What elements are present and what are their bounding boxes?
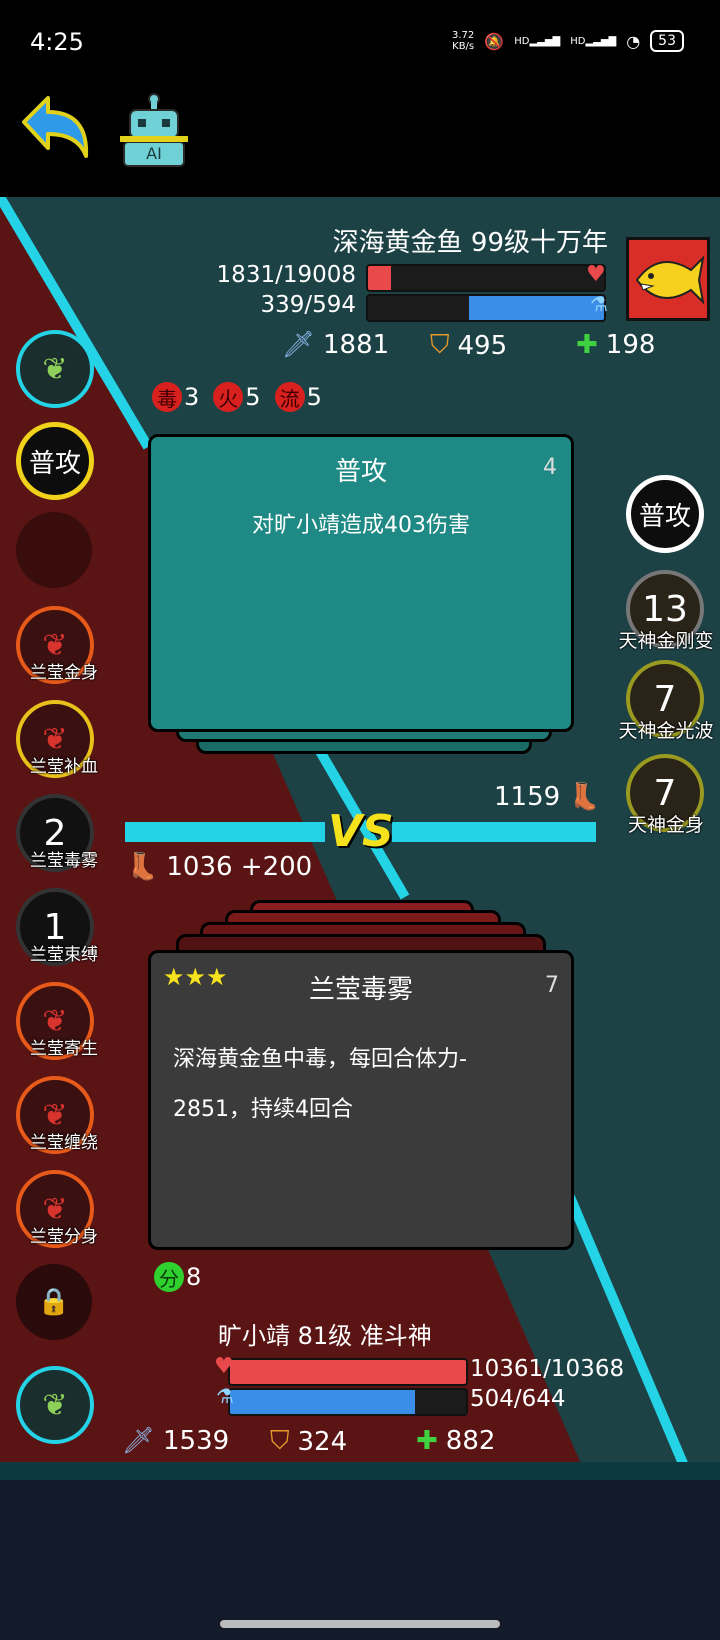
- enemy-skill-basic[interactable]: 普攻: [626, 475, 704, 553]
- player-skill-poison-mist[interactable]: 2 兰莹毒雾: [16, 794, 98, 872]
- shield-icon: ⛉: [430, 330, 450, 360]
- golden-fish-icon: [635, 255, 705, 305]
- clock: 4:25: [30, 28, 84, 56]
- enemy-card-text: 对旷小靖造成403伤害: [252, 513, 470, 538]
- battery-icon: 53: [650, 30, 684, 52]
- heal-cross-icon: ✚: [576, 330, 598, 360]
- sword-icon: 🗡: [282, 330, 316, 360]
- sword-icon: 🗡: [122, 1426, 156, 1456]
- player-mp-bar: [228, 1388, 468, 1416]
- enemy-speed: 1159 👢: [494, 782, 601, 812]
- system-icons: 3.72 KB/s 🔕 HD▂▃▅▇ HD▂▃▅▇ ◔ 53: [452, 30, 684, 52]
- enemy-defense: ⛉ 495: [430, 330, 508, 361]
- back-arrow-icon[interactable]: [18, 90, 98, 170]
- robot-icon[interactable]: AI: [120, 92, 188, 170]
- player-skill-parasite[interactable]: ❦ 兰莹寄生: [16, 982, 98, 1060]
- status-bar: 4:25 3.72 KB/s 🔕 HD▂▃▅▇ HD▂▃▅▇ ◔ 53: [0, 0, 720, 90]
- potion-icon: ⚗: [216, 1384, 234, 1408]
- player-skill-locked[interactable]: 🔒: [16, 1264, 92, 1340]
- enemy-name: 深海黄金鱼 99级十万年: [332, 228, 608, 258]
- bleed-effect: 流5: [274, 382, 322, 412]
- enemy-hp-fill: [368, 266, 391, 290]
- player-score: 分8: [154, 1262, 201, 1292]
- player-skill-bind[interactable]: 1 兰莹束缚: [16, 888, 98, 966]
- lock-icon: 🔒: [37, 1287, 71, 1317]
- enemy-portrait[interactable]: [626, 237, 710, 321]
- bottom-area: [0, 1480, 720, 1640]
- wifi-icon: ◔: [626, 31, 641, 51]
- player-skill-heal[interactable]: ❦ 兰莹补血: [16, 700, 98, 778]
- player-skill-empty[interactable]: [16, 512, 92, 588]
- player-card-count: 7: [545, 973, 559, 998]
- heal-cross-icon: ✚: [416, 1426, 438, 1456]
- player-skill-entangle[interactable]: ❦ 兰莹缠绕: [16, 1076, 98, 1154]
- leaf-icon: ❦: [42, 1387, 68, 1423]
- player-mp-fill: [230, 1390, 415, 1414]
- enemy-speed-bar: [392, 822, 596, 842]
- mute-icon: 🔕: [484, 31, 505, 51]
- leaf-icon: ❦: [42, 351, 68, 387]
- player-card-title: 兰莹毒雾: [308, 975, 413, 1005]
- player-name: 旷小靖 81级 准斗神: [218, 1322, 432, 1350]
- player-avatar-spirit[interactable]: ❦: [16, 330, 94, 408]
- player-action-card[interactable]: ★★★ 兰莹毒雾 7 深海黄金鱼中毒，每回合体力- 2851，持续4回合: [148, 950, 574, 1250]
- arena-bottom-border: [0, 1462, 720, 1482]
- poison-effect: 毒3: [152, 382, 199, 412]
- player-avatar-spirit[interactable]: ❦: [16, 1366, 94, 1444]
- player-speed: 👢 1036 +200: [126, 852, 313, 882]
- shield-icon: ⛉: [270, 1426, 290, 1456]
- signal-icon: HD▂▃▅▇: [570, 35, 617, 47]
- player-hp-fill: [230, 1360, 466, 1384]
- home-indicator[interactable]: [220, 1620, 500, 1628]
- fire-effect: 火5: [213, 382, 261, 412]
- player-mp-text: 504/644: [470, 1386, 566, 1412]
- enemy-skill-goldwave[interactable]: 7 天神金光波: [618, 660, 714, 742]
- heart-icon: ♥: [586, 262, 606, 287]
- enemy-skill-goldbody[interactable]: 7 天神金身: [626, 754, 704, 836]
- enemy-action-card[interactable]: 普攻 4 对旷小靖造成403伤害: [148, 434, 574, 732]
- enemy-attack: 🗡 1881: [282, 330, 390, 360]
- signal-icon: HD▂▃▅▇: [514, 35, 561, 47]
- boot-icon: 👢: [568, 782, 601, 812]
- net-speed: 3.72 KB/s: [452, 30, 475, 52]
- player-card-text: 深海黄金鱼中毒，每回合体力- 2851，持续4回合: [173, 1047, 467, 1122]
- player-skill-goldbody[interactable]: ❦ 兰莹金身: [16, 606, 98, 684]
- enemy-heal: ✚ 198: [576, 330, 656, 360]
- enemy-mp-bar: [366, 294, 606, 322]
- player-defense: ⛉ 324: [270, 1426, 348, 1457]
- enemy-hp-text: 1831/19008: [216, 262, 356, 288]
- enemy-effects: 毒3 火5 流5: [152, 382, 336, 412]
- vs-label: VS: [328, 806, 394, 857]
- enemy-card-count: 4: [543, 455, 557, 480]
- boot-icon: 👢: [126, 852, 159, 882]
- enemy-skill-vajra[interactable]: 13 天神金刚变: [618, 570, 714, 652]
- player-hp-text: 10361/10368: [470, 1356, 625, 1382]
- player-attack: 🗡 1539: [122, 1426, 230, 1456]
- player-skill-clone[interactable]: ❦ 兰莹分身: [16, 1170, 98, 1248]
- potion-icon: ⚗: [590, 292, 608, 316]
- player-heal: ✚ 882: [416, 1426, 496, 1456]
- enemy-card-title: 普攻: [334, 457, 387, 487]
- enemy-mp-fill: [469, 296, 604, 320]
- enemy-mp-text: 339/594: [260, 292, 356, 318]
- player-hp-bar: [228, 1358, 468, 1386]
- player-skill-basic[interactable]: 普攻: [16, 422, 94, 500]
- player-speed-bar: [125, 822, 325, 842]
- enemy-hp-bar: [366, 264, 606, 292]
- heart-icon: ♥: [214, 1354, 234, 1379]
